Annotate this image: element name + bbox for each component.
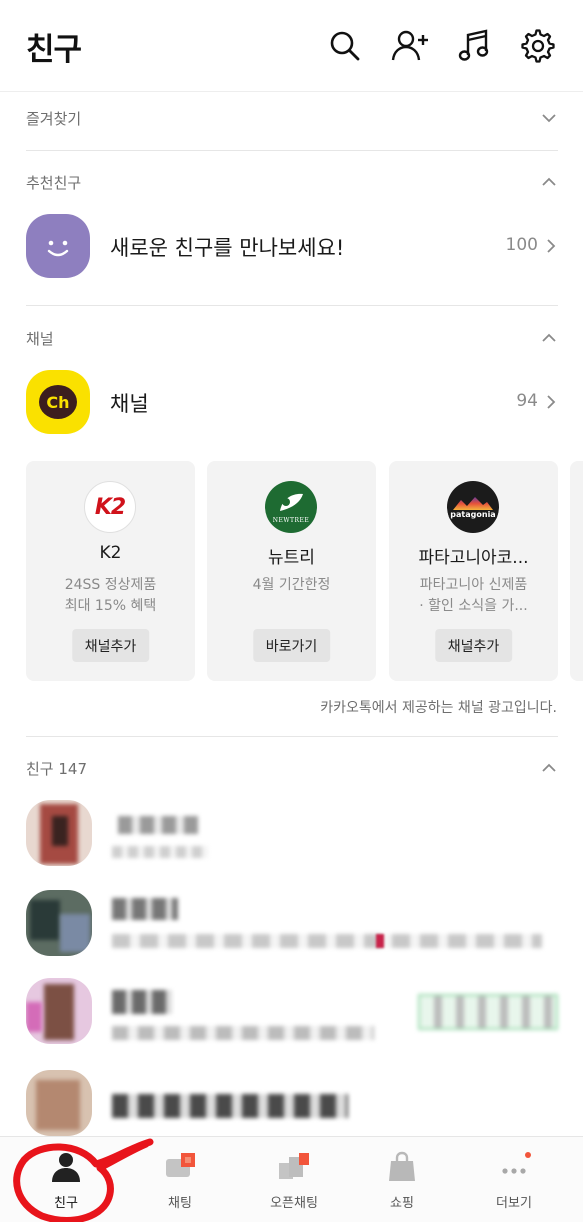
shopping-bag-icon <box>389 1151 415 1181</box>
section-divider <box>26 305 558 306</box>
card-description: 24SS 정상제품 최대 15% 혜택 <box>36 575 185 617</box>
avatar[interactable] <box>26 890 92 956</box>
channel-card-k2[interactable]: K2 K2 24SS 정상제품 최대 15% 혜택 채널추가 <box>26 461 195 681</box>
card-name: K2 <box>99 543 122 563</box>
chevron-down-icon[interactable] <box>540 109 558 127</box>
header-divider <box>0 91 583 92</box>
search-icon[interactable] <box>325 26 365 66</box>
redacted-name <box>118 816 198 834</box>
card-desc-line: · 할인 소식을 가... <box>419 598 528 614</box>
redacted-status <box>112 1026 374 1040</box>
card-description: 4월 기간한정 <box>217 575 366 596</box>
add-channel-button[interactable]: 채널추가 <box>71 629 150 662</box>
tab-label: 쇼핑 <box>390 1196 414 1211</box>
recommend-friends-row[interactable]: 새로운 친구를 만나보세요! 100 <box>26 214 558 280</box>
card-description: 파타고니아 신제품 · 할인 소식을 가... <box>399 575 548 617</box>
card-desc-line: 24SS 정상제품 <box>64 577 157 593</box>
chevron-right-icon <box>547 239 556 253</box>
tab-label: 친구 <box>54 1196 78 1211</box>
tab-open-chat[interactable]: 오픈채팅 <box>236 1137 352 1222</box>
card-desc-line: 4월 기간한정 <box>252 577 331 593</box>
chat-icon <box>166 1153 195 1177</box>
card-name: 파타고니아코... <box>418 548 529 568</box>
friend-row[interactable] <box>26 978 583 1046</box>
channel-row[interactable]: Ch 채널 94 <box>26 370 558 436</box>
redacted-name <box>112 898 178 920</box>
newtree-logo-icon: NEWTREE <box>265 481 317 533</box>
open-chat-icon <box>279 1153 309 1179</box>
newtree-logo-text: NEWTREE <box>272 516 310 524</box>
chevron-up-icon[interactable] <box>540 173 558 191</box>
chevron-up-icon[interactable] <box>540 759 558 777</box>
section-divider <box>26 736 558 737</box>
favorites-label: 즐겨찾기 <box>26 110 82 128</box>
add-friend-icon[interactable] <box>390 26 430 66</box>
recommend-row-title: 새로운 친구를 만나보세요! <box>110 236 345 260</box>
recommended-section-header[interactable]: 추천친구 <box>26 167 558 197</box>
card-name: 뉴트리 <box>268 548 315 568</box>
tab-more[interactable]: 더보기 <box>456 1137 572 1222</box>
smile-face-icon <box>26 214 90 278</box>
favorites-section-header[interactable]: 즐겨찾기 <box>26 103 558 133</box>
patagonia-logo-text: patagonia <box>448 509 498 519</box>
friend-row[interactable] <box>26 800 583 868</box>
header: 친구 <box>0 0 583 92</box>
section-divider <box>26 150 558 151</box>
settings-icon[interactable] <box>518 26 558 66</box>
channel-logo-text: Ch <box>39 385 77 419</box>
avatar[interactable] <box>26 978 92 1044</box>
redacted-name <box>112 990 172 1014</box>
chevron-right-icon <box>547 395 556 409</box>
chevron-up-icon[interactable] <box>540 329 558 347</box>
friends-section-header[interactable]: 친구 147 <box>26 753 558 783</box>
ad-notice: 카카오톡에서 제공하는 채널 광고입니다. <box>320 700 557 716</box>
redacted-name <box>112 1094 348 1118</box>
person-icon <box>52 1153 80 1182</box>
k2-logo-text: K2 <box>94 494 126 520</box>
card-desc-line: 최대 15% 혜택 <box>64 598 157 614</box>
channel-card-newtree[interactable]: NEWTREE 뉴트리 4월 기간한정 바로가기 <box>207 461 376 681</box>
more-icon <box>502 1152 531 1174</box>
recommend-count: 100 <box>505 235 538 255</box>
friends-label: 친구 147 <box>26 760 87 778</box>
channel-card-patagonia[interactable]: patagonia 파타고니아코... 파타고니아 신제품 · 할인 소식을 가… <box>389 461 558 681</box>
channel-section-header[interactable]: 채널 <box>26 323 558 353</box>
bottom-tab-bar: 친구 채팅 오픈채팅 쇼핑 더보기 <box>0 1136 583 1222</box>
page-title: 친구 <box>26 32 82 68</box>
tab-friends[interactable]: 친구 <box>8 1137 124 1222</box>
tab-label: 오픈채팅 <box>270 1196 318 1211</box>
channel-row-title: 채널 <box>110 392 149 416</box>
redacted-music-badge[interactable] <box>418 994 558 1030</box>
friend-row[interactable] <box>26 890 583 958</box>
channel-logo-icon: Ch <box>26 370 90 434</box>
avatar[interactable] <box>26 1070 92 1136</box>
channel-label: 채널 <box>26 330 54 348</box>
k2-logo-icon: K2 <box>84 481 136 533</box>
patagonia-logo-icon: patagonia <box>447 481 499 533</box>
channel-count: 94 <box>516 391 538 411</box>
go-to-button[interactable]: 바로가기 <box>252 629 331 662</box>
tab-label: 더보기 <box>496 1196 532 1211</box>
redacted-emoji <box>376 934 384 948</box>
friend-row[interactable] <box>26 1070 583 1138</box>
tab-label: 채팅 <box>168 1196 192 1211</box>
avatar[interactable] <box>26 800 92 866</box>
redacted-status <box>112 934 542 948</box>
tab-chats[interactable]: 채팅 <box>122 1137 238 1222</box>
card-desc-line: 파타고니아 신제품 <box>419 577 528 593</box>
music-icon[interactable] <box>454 26 494 66</box>
add-channel-button[interactable]: 채널추가 <box>434 629 513 662</box>
recommended-label: 추천친구 <box>26 174 82 192</box>
redacted-status <box>112 846 208 858</box>
channel-ad-carousel[interactable]: K2 K2 24SS 정상제품 최대 15% 혜택 채널추가 NEWTREE 뉴… <box>26 461 583 681</box>
next-card-peek[interactable] <box>570 461 583 681</box>
tab-shopping[interactable]: 쇼핑 <box>344 1137 460 1222</box>
